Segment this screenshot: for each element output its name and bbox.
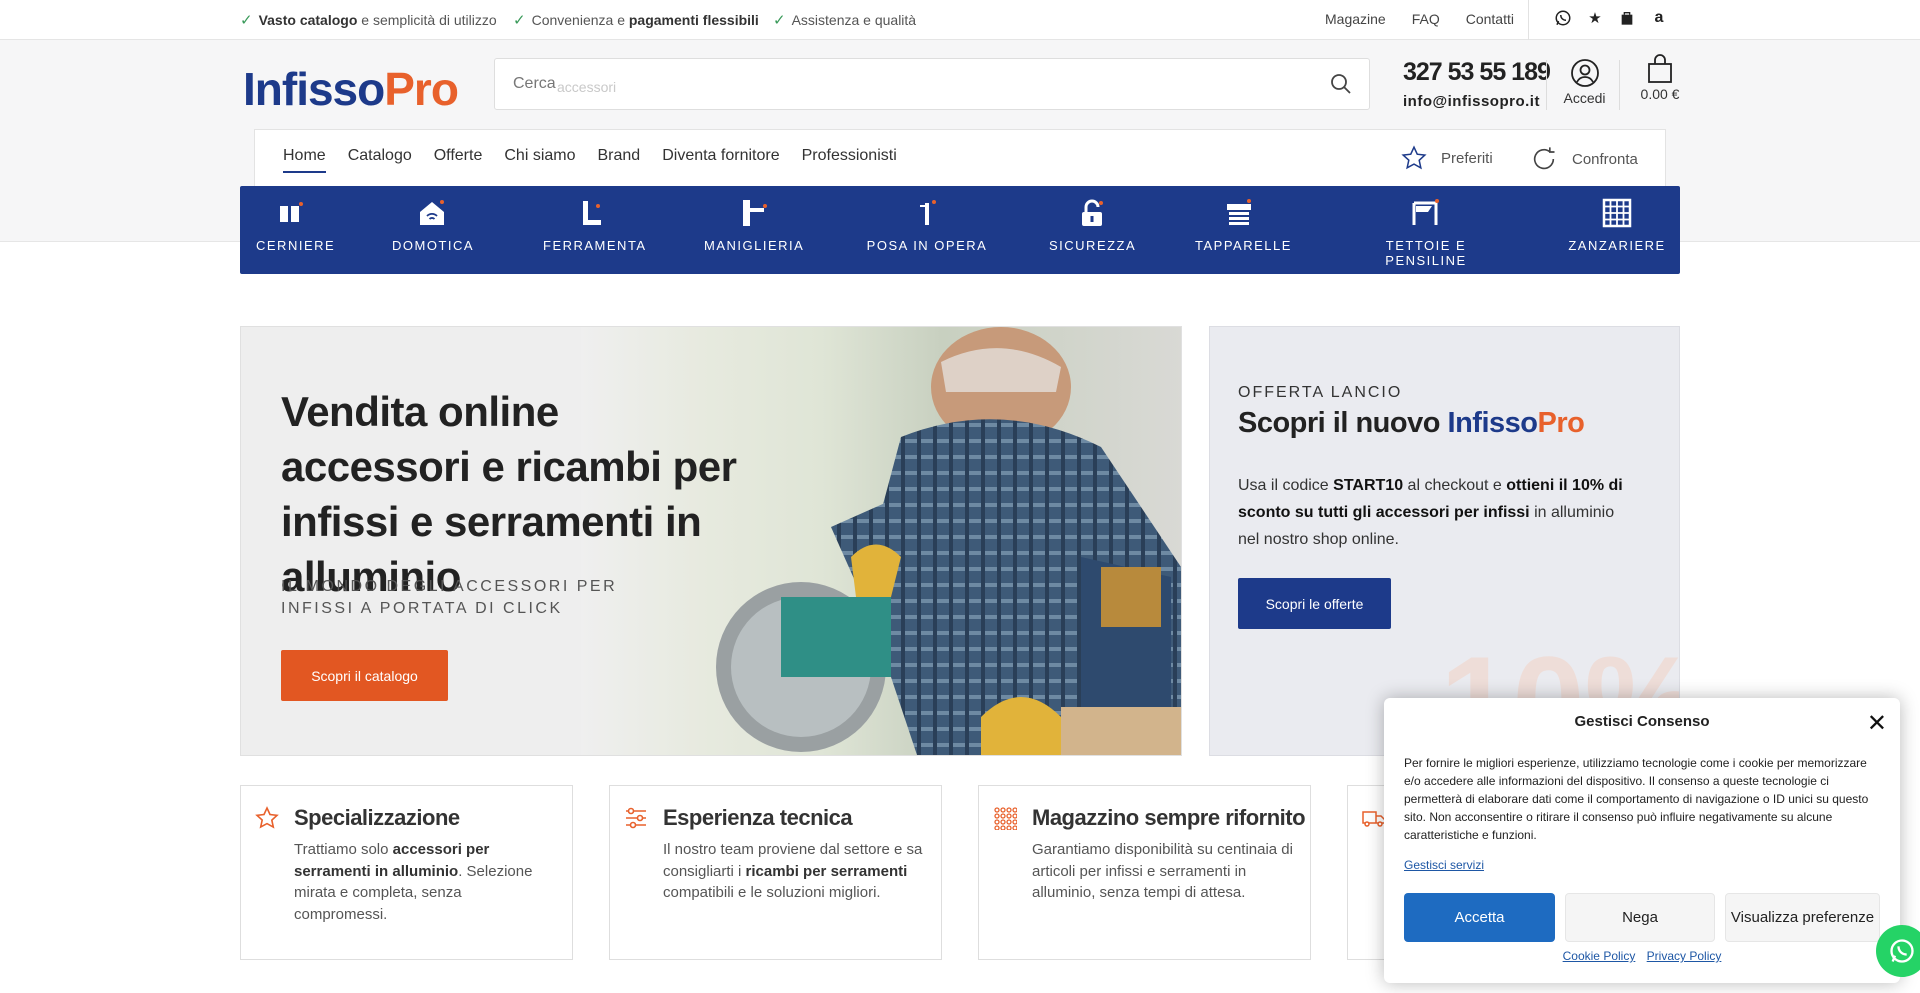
whatsapp-icon[interactable] xyxy=(1553,8,1573,28)
promo-text: Usa il codice START10 al checkout e otti… xyxy=(1238,477,1623,548)
nav-item-home[interactable]: Home xyxy=(283,147,326,173)
whatsapp-icon xyxy=(1890,939,1914,963)
phone-number[interactable]: 327 53 55 189 xyxy=(1403,58,1551,87)
feature-text: Trattiamo solo accessori per serramenti … xyxy=(294,841,533,923)
feature-title: Specializzazione xyxy=(294,805,460,830)
search-input[interactable]: Cerca accessori xyxy=(494,58,1370,110)
manage-services-link[interactable]: Gestisci servizi xyxy=(1404,858,1484,872)
account-button[interactable]: Accedi xyxy=(1557,58,1612,106)
hero-title: Vendita online accessori e ricambi per i… xyxy=(281,388,737,600)
star-outline-icon xyxy=(255,806,279,829)
top-bar: ✓ Vasto catalogo e semplicità di utilizz… xyxy=(0,0,1920,40)
category-bar: CERNIERE DOMOTICA FERRAMENTA MANIGLIERIA… xyxy=(240,186,1680,274)
bag-icon[interactable] xyxy=(1617,8,1637,28)
feature-text: Il nostro team proviene dal settore e sa… xyxy=(663,841,923,901)
feature-card: Specializzazione Trattiamo solo accessor… xyxy=(240,785,573,960)
promo-card: 10% OFFERTA LANCIO Scopri il nuovo Infis… xyxy=(1209,326,1680,756)
truck-icon xyxy=(1362,811,1386,827)
category-sicurezza[interactable]: SICUREZZA xyxy=(1049,198,1135,253)
top-links: Magazine FAQ Contatti xyxy=(1325,11,1540,27)
category-domotica[interactable]: DOMOTICA xyxy=(392,198,473,253)
sliders-icon xyxy=(626,807,646,829)
main-nav: Home Catalogo Offerte Chi siamo Brand Di… xyxy=(254,129,1666,186)
canopy-icon xyxy=(1411,198,1441,228)
feature-card: Esperienza tecnica Il nostro team provie… xyxy=(609,785,942,960)
amazon-icon[interactable]: a xyxy=(1649,8,1669,28)
grid-dots-icon xyxy=(994,807,1017,830)
promo-eyebrow: OFFERTA LANCIO xyxy=(1238,384,1403,401)
cart-icon xyxy=(1648,54,1672,83)
category-cerniere[interactable]: CERNIERE xyxy=(256,198,334,253)
hero-subtitle: IL MONDO DEGLI ACCESSORI PER INFISSI A P… xyxy=(281,578,618,617)
category-tapparelle[interactable]: TAPPARELLE xyxy=(1195,198,1290,253)
divider xyxy=(1546,60,1547,110)
account-label: Accedi xyxy=(1563,90,1606,106)
category-tettoie-e-pensiline[interactable]: TETTOIE E PENSILINE xyxy=(1346,198,1506,268)
view-preferences-button[interactable]: Visualizza preferenze xyxy=(1725,893,1880,942)
refresh-icon xyxy=(1533,147,1555,170)
catalog-button[interactable]: Scopri il catalogo xyxy=(281,650,448,701)
check-icon: ✓ xyxy=(773,12,786,29)
divider xyxy=(1619,60,1620,110)
whatsapp-chat-button[interactable] xyxy=(1876,925,1920,977)
divider xyxy=(1528,0,1529,40)
cookie-policy-link[interactable]: Cookie Policy xyxy=(1563,949,1636,963)
consent-text: Per fornire le migliori esperienze, util… xyxy=(1404,756,1869,842)
lock-icon xyxy=(1077,198,1107,228)
email-address[interactable]: info@infissopro.it xyxy=(1403,93,1540,110)
feature-title: Esperienza tecnica xyxy=(663,805,853,830)
usp-catalog: ✓ Vasto catalogo e semplicità di utilizz… xyxy=(240,12,497,29)
hero-banner: Vendita online accessori e ricambi per i… xyxy=(240,326,1182,756)
social-links: ★ a xyxy=(1553,8,1669,28)
nav-item-professionisti[interactable]: Professionisti xyxy=(802,147,897,165)
smart-home-icon xyxy=(417,198,447,228)
installation-icon xyxy=(912,198,942,228)
handle-icon xyxy=(739,198,769,228)
user-icon xyxy=(1570,59,1599,87)
nav-item-diventa-fornitore[interactable]: Diventa fornitore xyxy=(662,147,779,165)
feature-text: Garantiamo disponibilità su centinaia di… xyxy=(1032,841,1293,901)
accept-button[interactable]: Accetta xyxy=(1404,893,1555,942)
nav-item-chi-siamo[interactable]: Chi siamo xyxy=(504,147,575,165)
close-icon[interactable]: ✕ xyxy=(1867,709,1887,738)
search-icon[interactable] xyxy=(1329,72,1353,96)
roller-shutter-icon xyxy=(1224,198,1254,228)
compare-link[interactable]: Confronta xyxy=(1530,145,1638,173)
favorites-link[interactable]: Preferiti xyxy=(1401,145,1493,171)
nav-item-catalogo[interactable]: Catalogo xyxy=(348,147,412,165)
usp-payments: ✓ Convenienza e pagamenti flessibili xyxy=(513,12,759,29)
check-icon: ✓ xyxy=(513,12,526,29)
mesh-screen-icon xyxy=(1602,198,1632,228)
star-icon[interactable]: ★ xyxy=(1585,8,1605,28)
privacy-policy-link[interactable]: Privacy Policy xyxy=(1647,949,1722,963)
promo-title: Scopri il nuovo InfissoPro xyxy=(1238,407,1585,439)
check-icon: ✓ xyxy=(240,12,253,29)
deny-button[interactable]: Nega xyxy=(1565,893,1715,942)
logo[interactable]: Infisso Pro xyxy=(243,62,459,116)
feature-title: Magazzino sempre rifornito xyxy=(1032,805,1306,830)
category-ferramenta[interactable]: FERRAMENTA xyxy=(543,198,645,253)
cookie-consent-dialog: Gestisci Consenso ✕ Per fornire le migli… xyxy=(1384,698,1900,983)
feature-card: Magazzino sempre rifornito Garantiamo di… xyxy=(978,785,1311,960)
category-maniglieria[interactable]: MANIGLIERIA xyxy=(704,198,804,253)
category-posa-in-opera[interactable]: POSA IN OPERA xyxy=(866,198,988,253)
cart-button[interactable]: 0.00 € xyxy=(1630,54,1690,102)
cart-total: 0.00 € xyxy=(1640,86,1680,102)
nav-item-brand[interactable]: Brand xyxy=(598,147,641,165)
policy-links: Cookie Policy Privacy Policy xyxy=(1384,949,1900,963)
hardware-icon xyxy=(577,198,607,228)
star-outline-icon xyxy=(1401,145,1427,170)
category-zanzariere[interactable]: ZANZARIERE xyxy=(1567,198,1667,253)
link-contatti[interactable]: Contatti xyxy=(1466,11,1514,27)
nav-item-offerte[interactable]: Offerte xyxy=(434,147,483,165)
link-magazine[interactable]: Magazine xyxy=(1325,11,1386,27)
hinge-icon xyxy=(276,198,306,228)
offers-button[interactable]: Scopri le offerte xyxy=(1238,578,1391,629)
usp-support: ✓ Assistenza e qualità xyxy=(773,12,917,29)
search-placeholder: accessori xyxy=(557,79,617,95)
consent-title: Gestisci Consenso xyxy=(1574,713,1710,730)
search-label: Cerca xyxy=(513,75,556,92)
link-faq[interactable]: FAQ xyxy=(1412,11,1440,27)
